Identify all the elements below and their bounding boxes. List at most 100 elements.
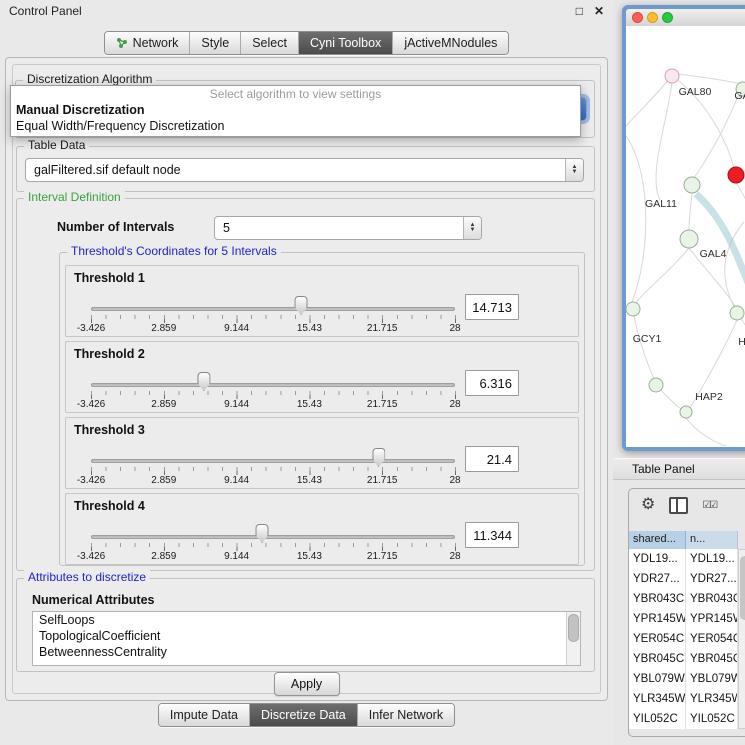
num-intervals-combobox[interactable]: 5 ▲▼: [214, 216, 482, 240]
tab-impute-data[interactable]: Impute Data: [159, 704, 249, 726]
tick-label: 28: [449, 323, 460, 334]
network-node-red[interactable]: [728, 167, 744, 183]
list-item[interactable]: BetweennessCentrality: [33, 644, 580, 660]
slider-thumb[interactable]: [295, 296, 308, 315]
network-edge: [689, 193, 692, 230]
threshold-slider[interactable]: -3.4262.8599.14415.4321.71528: [87, 296, 459, 336]
network-node-label: GA: [734, 90, 745, 102]
tick-label: -3.426: [77, 551, 105, 562]
algorithm-group-title: Discretization Algorithm: [23, 72, 156, 86]
cell-shared-name: YBL079W: [629, 669, 686, 689]
network-node-green[interactable]: [649, 378, 663, 392]
slider-track[interactable]: [91, 459, 455, 463]
tab-network[interactable]: Network: [105, 32, 190, 54]
tab-style[interactable]: Style: [189, 32, 240, 54]
minimize-traffic-light-icon[interactable]: [647, 12, 658, 23]
cell-shared-name: YER054C: [629, 629, 686, 649]
table-row[interactable]: YBR045CYBR045C: [629, 649, 738, 669]
table-row[interactable]: YIL052CYIL052C: [629, 709, 738, 729]
network-node-label: GAL11: [645, 198, 677, 210]
slider-track[interactable]: [91, 383, 455, 387]
tab-cyni-toolbox[interactable]: Cyni Toolbox: [298, 32, 392, 54]
table-row[interactable]: YPR145WYPR145W: [629, 609, 738, 629]
table-scrollbar[interactable]: [738, 549, 745, 729]
thresholds-group-title: Threshold's Coordinates for 5 Intervals: [67, 244, 281, 258]
table-row[interactable]: YBR043CYBR043C: [629, 589, 738, 609]
table-row[interactable]: YBL079WYBL079W: [629, 669, 738, 689]
checkbox-columns-icon[interactable]: ☑☑: [702, 500, 716, 511]
cell-shared-name: YDL19...: [629, 549, 686, 569]
gear-icon[interactable]: ⚙: [641, 497, 655, 513]
slider-track[interactable]: [91, 307, 455, 311]
tab-infer-network[interactable]: Infer Network: [357, 704, 454, 726]
slider-ticks: [91, 315, 456, 323]
tick-label: 21.715: [367, 551, 398, 562]
network-node-green[interactable]: [730, 306, 744, 320]
apply-button[interactable]: Apply: [274, 672, 340, 696]
slider-thumb[interactable]: [197, 372, 210, 391]
tick-label: 9.144: [224, 475, 249, 486]
table-data-group-title: Table Data: [24, 138, 89, 152]
table-row[interactable]: YDR27...YDR27...: [629, 569, 738, 589]
popup-item-manual-discretization[interactable]: Manual Discretization: [11, 102, 580, 118]
control-panel: Control Panel □ ✕ NetworkStyleSelectCyni…: [0, 0, 614, 745]
cell-name: YBL079W: [686, 669, 738, 689]
scrollbar-thumb[interactable]: [568, 614, 579, 642]
popup-placeholder: Select algorithm to view settings: [11, 86, 580, 102]
scrollbar-thumb[interactable]: [740, 556, 745, 620]
tab-select[interactable]: Select: [240, 32, 298, 54]
table-row[interactable]: YLR345WYLR345W: [629, 689, 738, 709]
slider-thumb[interactable]: [256, 524, 269, 543]
close-traffic-light-icon[interactable]: [632, 12, 643, 23]
network-node-green[interactable]: [684, 177, 700, 193]
network-edge: [656, 83, 672, 200]
right-area: GAL80GAL11GAL4GCY1HAP2GAH Table Panel ⚙ …: [613, 0, 745, 745]
list-item[interactable]: TopologicalCoefficient: [33, 628, 580, 644]
slider-track[interactable]: [91, 535, 455, 539]
network-node-green[interactable]: [680, 230, 698, 248]
combo-stepper-icon[interactable]: ▲▼: [463, 217, 481, 239]
table-row[interactable]: YDL19...YDL19...: [629, 549, 738, 569]
network-canvas[interactable]: GAL80GAL11GAL4GCY1HAP2GAH: [626, 26, 745, 447]
list-item[interactable]: SelfLoops: [33, 612, 580, 628]
network-node-green[interactable]: [626, 302, 640, 316]
network-node-label: GAL80: [679, 86, 712, 98]
combo-stepper-icon[interactable]: ▲▼: [565, 159, 583, 181]
tab-label: Style: [201, 36, 229, 50]
tab-jactivemnodules[interactable]: jActiveMNodules: [392, 32, 508, 54]
numerical-attributes-list[interactable]: SelfLoopsTopologicalCoefficientBetweenne…: [32, 611, 581, 666]
threshold-value-input[interactable]: [465, 522, 519, 548]
network-node-label: GCY1: [633, 333, 662, 345]
columns-icon[interactable]: [669, 497, 688, 514]
popup-item-equal-width-frequency[interactable]: Equal Width/Frequency Discretization: [11, 118, 580, 134]
cell-name: YDL19...: [686, 549, 738, 569]
threshold-slider[interactable]: -3.4262.8599.14415.4321.71528: [87, 524, 459, 564]
network-graph[interactable]: GAL80GAL11GAL4GCY1HAP2GAH: [626, 26, 745, 447]
column-header-shared-name[interactable]: shared...: [629, 531, 686, 549]
zoom-traffic-light-icon[interactable]: [662, 12, 673, 23]
threshold-value-input[interactable]: [465, 294, 519, 320]
page: Control Panel □ ✕ NetworkStyleSelectCyni…: [0, 0, 745, 745]
slider-thumb[interactable]: [372, 448, 385, 467]
list-scrollbar[interactable]: [566, 612, 580, 665]
threshold-value-input[interactable]: [465, 446, 519, 472]
network-node-pink[interactable]: [665, 69, 679, 83]
column-header-name[interactable]: n...: [686, 531, 738, 549]
table-data-combobox[interactable]: galFiltered.sif default node ▲▼: [25, 158, 584, 182]
node-table: shared... n... YDL19...YDL19...YDR27...Y…: [629, 531, 745, 729]
network-edge: [694, 96, 738, 178]
table-panel-titlebar: Table Panel: [613, 458, 745, 480]
network-edge: [678, 74, 745, 86]
float-window-icon[interactable]: □: [576, 5, 583, 17]
threshold-slider[interactable]: -3.4262.8599.14415.4321.71528: [87, 372, 459, 412]
close-icon[interactable]: ✕: [594, 5, 604, 17]
cell-shared-name: YLR345W: [629, 689, 686, 709]
tab-discretize-data[interactable]: Discretize Data: [249, 704, 357, 726]
network-icon: [116, 37, 128, 49]
threshold-panel: Threshold 1 -3.4262.8599.14415.4321.7152…: [65, 265, 579, 337]
threshold-value-input[interactable]: [465, 370, 519, 396]
cyni-toolbox-panel: Discretization Algorithm ▲▼ Select algor…: [5, 57, 608, 701]
threshold-slider[interactable]: -3.4262.8599.14415.4321.71528: [87, 448, 459, 488]
network-node-green[interactable]: [680, 406, 692, 418]
table-row[interactable]: YER054CYER054C: [629, 629, 738, 649]
